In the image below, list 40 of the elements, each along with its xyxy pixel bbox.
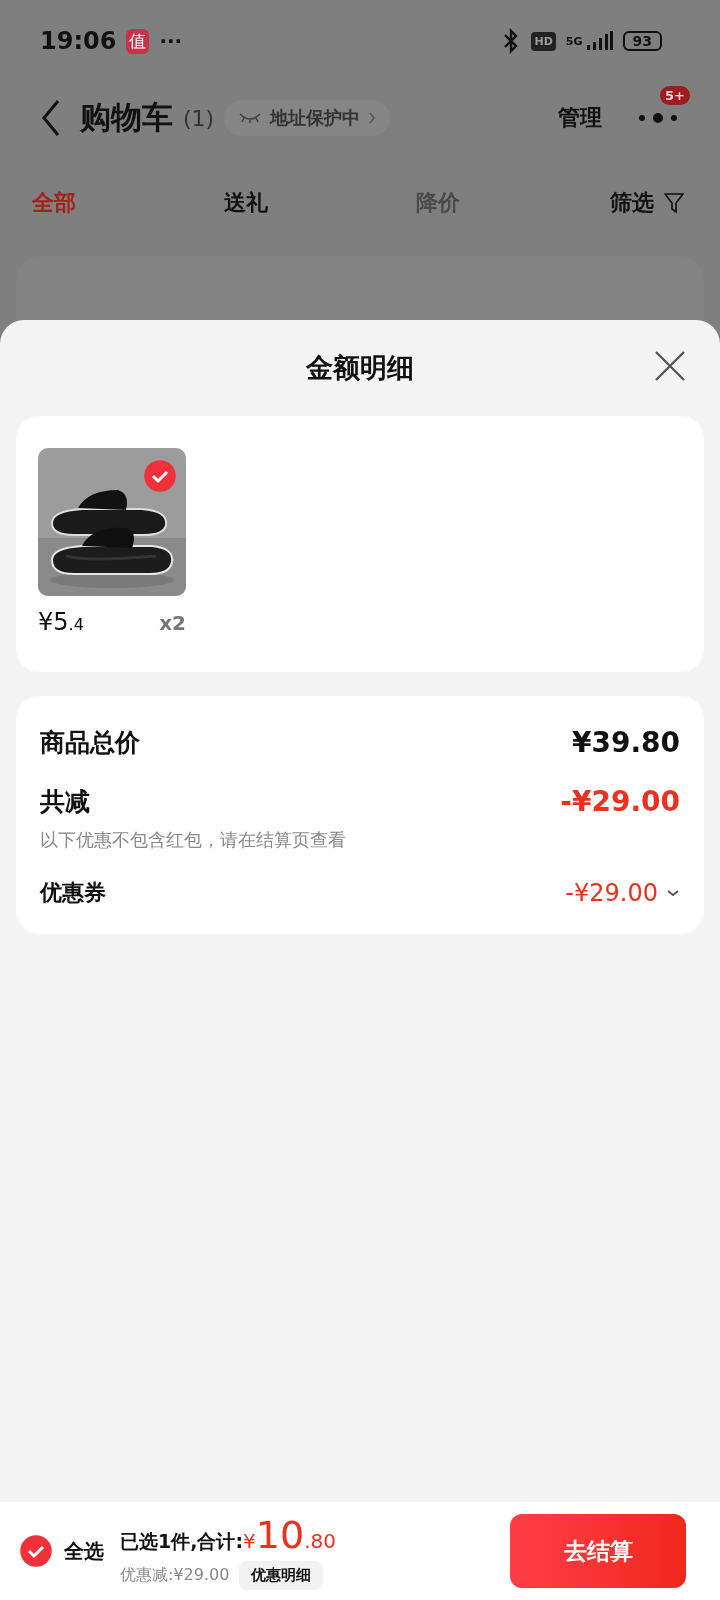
item-price: ¥5.4	[38, 608, 84, 636]
discount-summary: 优惠减:¥29.00	[120, 1564, 230, 1586]
chevron-icon[interactable]	[666, 888, 680, 898]
notification-badge: 5+	[660, 86, 690, 105]
cart-count: (1)	[183, 105, 215, 131]
detail-value: -¥29.00	[565, 879, 658, 907]
selected-summary: 已选1件,合计:	[120, 1528, 244, 1554]
checkbox-icon[interactable]	[144, 460, 176, 492]
status-time: 19:06	[40, 27, 117, 55]
detail-label: 共减	[40, 786, 91, 818]
detail-value: -¥29.00	[560, 785, 680, 818]
hd-badge: HD	[531, 31, 556, 51]
battery-indicator: 93	[622, 31, 662, 51]
address-protection-chip[interactable]: 地址保护中	[224, 100, 391, 136]
more-notifications: ···	[159, 29, 183, 53]
filter-icon	[664, 192, 684, 214]
select-all-label[interactable]: 全选	[64, 1537, 104, 1565]
app-badge: 值	[126, 28, 150, 54]
detail-label: 优惠券	[40, 879, 107, 907]
chevron-right-icon	[368, 112, 377, 124]
select-all-checkbox[interactable]	[20, 1535, 52, 1567]
page-title: 购物车	[80, 98, 173, 137]
close-icon[interactable]	[654, 350, 686, 382]
total-price: ¥10.80	[243, 1512, 336, 1557]
detail-label: 商品总价	[40, 727, 141, 759]
sheet-title: 金额明细	[306, 351, 414, 385]
discount-details-button[interactable]: 优惠明细	[239, 1560, 324, 1590]
checkout-button[interactable]: 去结算	[510, 1514, 686, 1588]
network-label: 5G	[565, 34, 583, 48]
manage-button[interactable]: 管理	[558, 103, 602, 133]
back-icon[interactable]	[40, 99, 62, 137]
closed-eye-icon	[238, 112, 263, 124]
tab[interactable]: 送礼	[224, 188, 268, 218]
address-protection-label: 地址保护中	[270, 106, 361, 130]
signal-icon	[586, 31, 613, 51]
detail-note: 以下优惠不包含红包，请在结算页查看	[40, 828, 347, 852]
item-quantity: x2	[159, 611, 186, 635]
filter-button[interactable]: 筛选	[610, 188, 684, 218]
more-icon[interactable]	[636, 112, 680, 124]
detail-value: ¥39.80	[571, 726, 680, 759]
